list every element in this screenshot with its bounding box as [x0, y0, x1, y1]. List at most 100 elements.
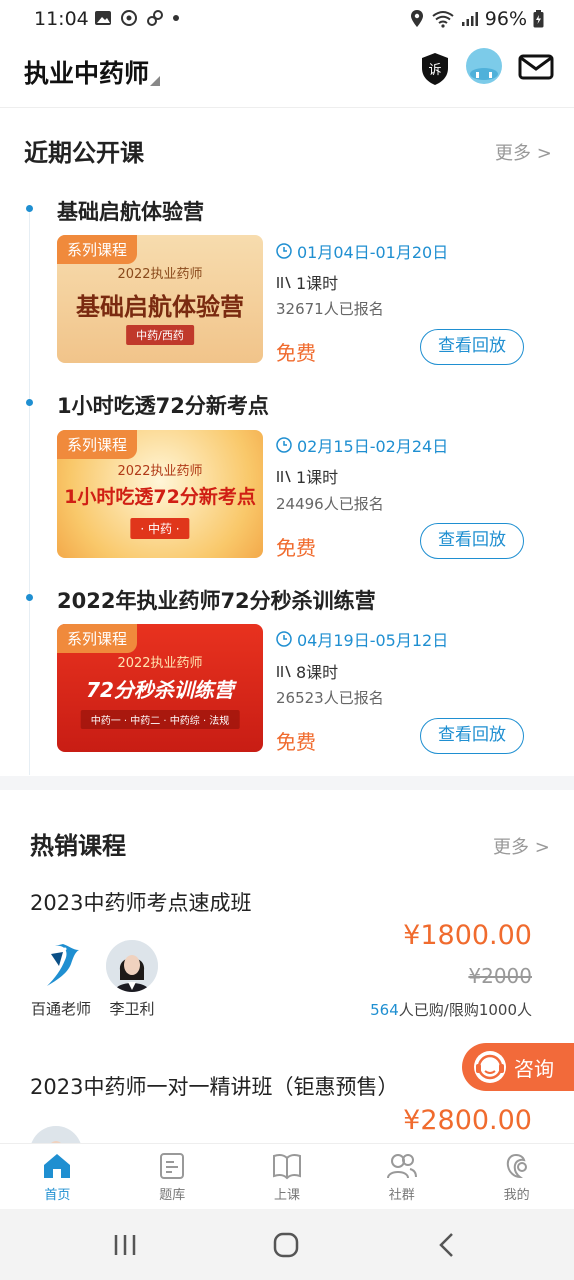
- tab-label: 社群: [388, 1188, 415, 1203]
- tab-class[interactable]: 上课: [230, 1144, 345, 1209]
- book-icon: [272, 1153, 301, 1180]
- lessons-icon: [277, 470, 291, 483]
- clock-icon: [276, 437, 292, 453]
- mail-icon[interactable]: [518, 54, 554, 80]
- date-text: 04月19日-05月12日: [297, 631, 449, 650]
- profile-icon: [506, 1153, 527, 1179]
- hot-course-title[interactable]: 2023中药师一对一精讲班（钜惠预售）: [30, 1071, 398, 1101]
- thumb-pill: · 中药 ·: [130, 518, 190, 539]
- exam-selector[interactable]: 执业中药师: [24, 54, 149, 90]
- thumb-headline: 1小时吃透72分新考点: [64, 486, 256, 508]
- course-title[interactable]: 基础启航体验营: [57, 196, 204, 226]
- course-lessons: 1课时: [276, 464, 338, 488]
- tab-home[interactable]: 首页: [0, 1144, 115, 1209]
- course-title[interactable]: 1小时吃透72分新考点: [57, 390, 269, 420]
- timeline-dot: [26, 594, 33, 601]
- teacher-card[interactable]: 李卫利: [104, 940, 160, 1019]
- course-thumbnail[interactable]: 系列课程 2022执业药师 1小时吃透72分新考点 · 中药 ·: [57, 430, 263, 558]
- question-bank-icon: [160, 1153, 185, 1179]
- kingfisher-logo-icon: [35, 940, 87, 992]
- complaint-shield-icon[interactable]: 诉: [420, 52, 450, 86]
- location-icon: [410, 10, 423, 27]
- thumb-pill: 中药/西药: [126, 325, 194, 345]
- avatar-icon[interactable]: [466, 48, 502, 84]
- open-courses-more-link[interactable]: 更多 >: [495, 139, 552, 165]
- dropdown-triangle-icon[interactable]: [150, 76, 160, 86]
- tab-label: 我的: [503, 1188, 530, 1203]
- lessons-text: 1课时: [296, 274, 339, 293]
- price-free: 免费: [276, 341, 316, 365]
- tab-profile[interactable]: 我的: [459, 1144, 574, 1209]
- series-tag: 系列课程: [57, 235, 138, 264]
- course-lessons: 1课时: [276, 270, 338, 294]
- teacher-avatar: [106, 940, 158, 992]
- purchase-number: 564: [370, 1001, 399, 1019]
- lessons-text: 1课时: [296, 468, 339, 487]
- course-thumbnail[interactable]: 系列课程 2022执业药师 72分秒杀训练营 中药一 · 中药二 · 中药综 ·…: [57, 624, 263, 752]
- course-date: 02月15日-02月24日: [276, 433, 448, 457]
- tab-label: 上课: [273, 1188, 300, 1203]
- notification-icons: [94, 9, 180, 27]
- thumb-headline: 72分秒杀训练营: [86, 678, 234, 702]
- battery-icon: [533, 10, 544, 28]
- view-replay-button[interactable]: 查看回放: [420, 329, 524, 365]
- thumb-pill: 中药一 · 中药二 · 中药综 · 法规: [80, 710, 240, 729]
- course-thumbnail[interactable]: 系列课程 2022执业药师 基础启航体验营 中药/西药: [57, 235, 263, 363]
- series-tag: 系列课程: [57, 624, 138, 653]
- teacher-name: 百通老师: [30, 1000, 91, 1018]
- lessons-icon: [277, 276, 291, 289]
- status-time: 11:04: [34, 8, 89, 30]
- thumb-subtitle: 2022执业药师: [117, 656, 203, 671]
- purchase-limit: 人已购/限购1000人: [398, 1001, 532, 1019]
- course-price: ¥2800.00: [403, 1105, 532, 1136]
- teacher-name: 李卫利: [109, 1000, 155, 1018]
- clock-icon: [276, 631, 292, 647]
- customer-service-icon: [474, 1051, 506, 1083]
- tab-question-bank[interactable]: 题库: [115, 1144, 230, 1209]
- tab-community[interactable]: 社群: [344, 1144, 459, 1209]
- view-replay-button[interactable]: 查看回放: [420, 718, 524, 754]
- community-icon: [386, 1154, 417, 1179]
- view-replay-button[interactable]: 查看回放: [420, 523, 524, 559]
- hot-courses-title: 热销课程: [30, 832, 126, 860]
- wifi-icon: [432, 11, 454, 28]
- series-tag: 系列课程: [57, 430, 138, 459]
- timeline-dot: [26, 205, 33, 212]
- course-title[interactable]: 2022年执业药师72分秒杀训练营: [57, 585, 376, 615]
- price-free: 免费: [276, 730, 316, 754]
- thumb-headline: 基础启航体验营: [76, 293, 244, 321]
- original-price: ¥2000: [468, 964, 532, 988]
- purchase-count: 564人已购/限购1000人: [370, 999, 532, 1020]
- battery-level: 96%: [484, 8, 527, 30]
- svg-text:诉: 诉: [428, 63, 441, 78]
- system-icons: 96%: [409, 8, 544, 30]
- sync-icon: [121, 10, 137, 26]
- tab-label: 题库: [159, 1188, 186, 1203]
- tab-label: 首页: [44, 1188, 71, 1203]
- dot-icon: [173, 15, 179, 21]
- bottom-tab-bar: 首页 题库 上课 社群 我的: [0, 1143, 574, 1209]
- back-icon[interactable]: [436, 1231, 458, 1259]
- app-header: 执业中药师 诉: [0, 40, 574, 108]
- enrolled-count: 24496人已报名: [276, 495, 384, 513]
- system-nav-bar: [0, 1209, 574, 1280]
- link-icon: [147, 10, 163, 26]
- teacher-card[interactable]: 百通老师: [30, 940, 92, 1019]
- hot-courses-more-link[interactable]: 更多 >: [493, 833, 550, 859]
- person-photo-icon: [106, 940, 158, 992]
- thumb-subtitle: 2022执业药师: [117, 464, 203, 479]
- course-lessons: 8课时: [276, 659, 338, 683]
- hot-course-title[interactable]: 2023中药师考点速成班: [30, 887, 251, 917]
- home-icon: [44, 1154, 71, 1178]
- open-courses-title: 近期公开课: [24, 139, 144, 167]
- thumb-subtitle: 2022执业药师: [117, 267, 203, 282]
- timeline: [29, 210, 30, 775]
- course-date: 04月19日-05月12日: [276, 627, 448, 651]
- home-nav-icon[interactable]: [272, 1231, 300, 1259]
- lessons-icon: [277, 665, 291, 678]
- consult-label: 咨询: [514, 1056, 554, 1081]
- recent-apps-icon[interactable]: [112, 1233, 138, 1257]
- price-free: 免费: [276, 536, 316, 560]
- consult-button[interactable]: 咨询: [462, 1043, 574, 1091]
- gallery-icon: [95, 11, 111, 25]
